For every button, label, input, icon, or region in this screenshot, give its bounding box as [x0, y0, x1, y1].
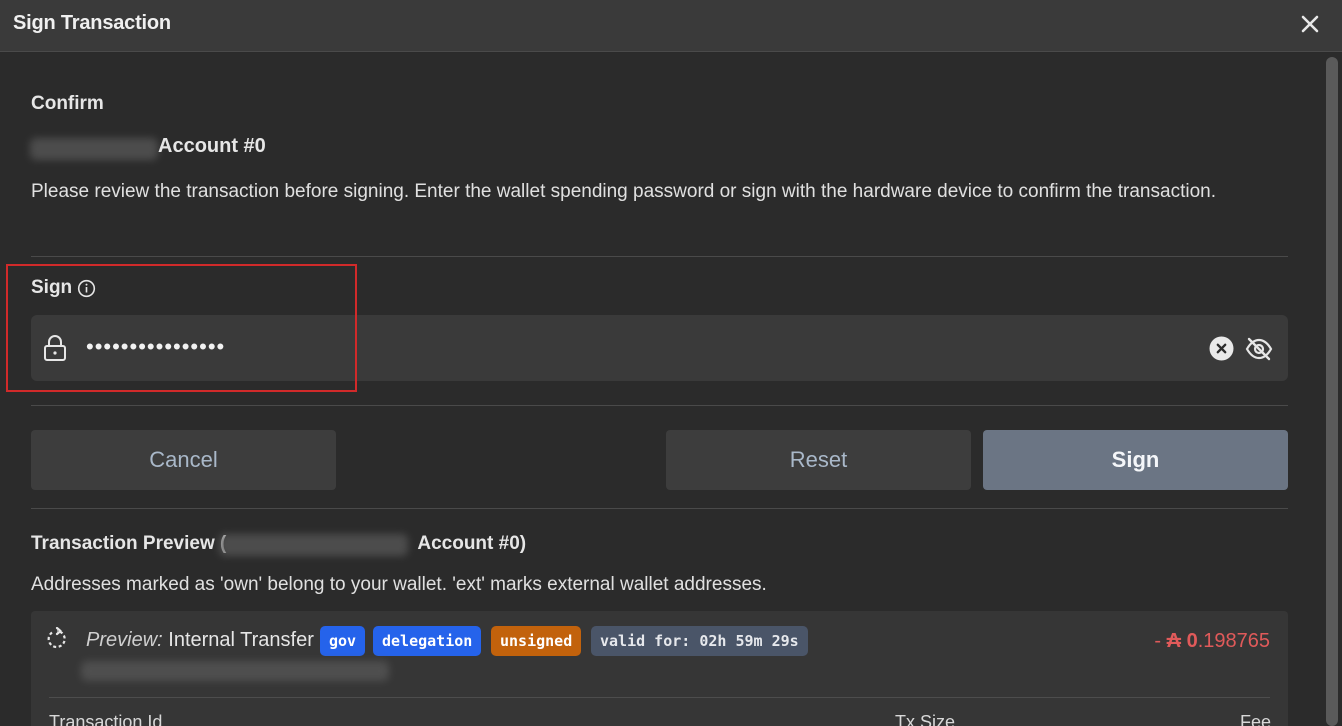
dialog-content: Confirm Account #0 Please review the tra… [0, 53, 1322, 726]
amount-sign: - [1154, 630, 1161, 652]
confirm-description: Please review the transaction before sig… [31, 181, 1216, 202]
preview-title-prefix: Transaction Preview ( [31, 533, 227, 554]
dialog-titlebar: Sign Transaction [0, 0, 1342, 52]
redacted-tx-hash [81, 661, 389, 681]
clear-icon[interactable] [1209, 336, 1234, 361]
divider [31, 508, 1288, 509]
transaction-type-label: Internal Transfer [168, 629, 314, 651]
redacted-wallet-name [30, 138, 158, 160]
divider [31, 405, 1288, 406]
transaction-card[interactable]: Preview: Internal Transfer gov delegatio… [31, 611, 1288, 726]
scrollbar[interactable] [1322, 53, 1342, 726]
sign-button[interactable]: Sign [983, 430, 1288, 490]
ada-symbol: ₳ [1166, 630, 1182, 652]
card-divider [49, 697, 1270, 698]
reset-button[interactable]: Reset [666, 430, 971, 490]
highlight-box [6, 264, 357, 392]
scrollbar-thumb[interactable] [1326, 57, 1338, 726]
cancel-button[interactable]: Cancel [31, 430, 336, 490]
preview-title-suffix: Account #0) [417, 533, 527, 554]
divider [31, 256, 1288, 257]
dialog-title: Sign Transaction [13, 12, 171, 34]
close-icon[interactable] [1296, 10, 1324, 38]
amount-int: 0 [1186, 630, 1198, 652]
transaction-type: Preview: Internal Transfer [86, 629, 314, 652]
preview-description: Addresses marked as 'own' belong to your… [31, 574, 767, 595]
transaction-amount: - ₳ 0.198765 [1154, 630, 1270, 653]
badge-valid-for: valid for: 02h 59m 29s [591, 626, 808, 656]
refresh-icon[interactable] [45, 626, 69, 651]
preview-tag: Preview: [86, 629, 163, 651]
col-transaction-id: Transaction Id [49, 712, 163, 726]
amount-decimal: .198765 [1197, 630, 1270, 652]
col-tx-size: Tx Size [895, 712, 956, 726]
badge-gov: gov [320, 626, 366, 656]
badge-delegation: delegation [373, 626, 482, 656]
badge-unsigned: unsigned [491, 626, 582, 656]
confirm-heading: Confirm [31, 93, 104, 114]
eye-off-icon[interactable] [1245, 336, 1273, 362]
col-fee: Fee [1240, 712, 1272, 726]
redacted-wallet-name-blur [219, 534, 408, 556]
account-name: Account #0 [158, 135, 266, 157]
